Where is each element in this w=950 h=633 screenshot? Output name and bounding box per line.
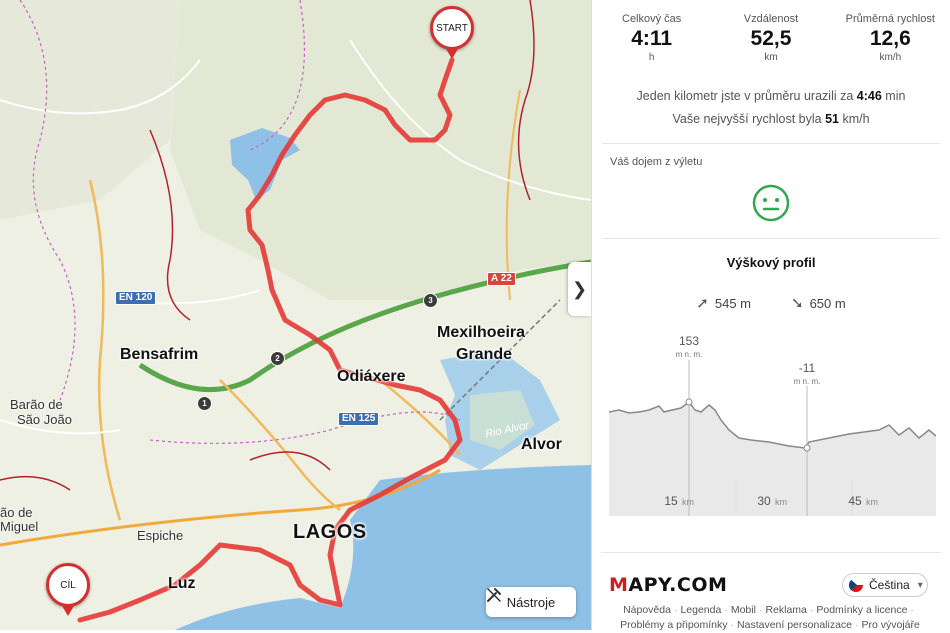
distance-tick: 15 <box>664 494 678 508</box>
max-elevation-value: 153 <box>679 334 699 348</box>
place-label: Miguel <box>0 519 39 534</box>
place-label: ão de <box>0 505 33 520</box>
footer-links: Nápověda · Legenda · Mobil · Reklama · Podmínky … <box>620 604 920 631</box>
ascent: ➚ 545 m <box>696 294 751 312</box>
pace-text: min <box>881 89 906 103</box>
tools-button[interactable]: Nástroje <box>486 587 576 617</box>
chevron-down-icon: ▾ <box>917 579 923 591</box>
max-speed-text: km/h <box>838 112 870 126</box>
place-label: Alvor <box>521 436 562 453</box>
place-label: Luz <box>168 575 196 592</box>
language-label: Čeština <box>869 578 910 592</box>
collapse-panel-button[interactable]: ❯ <box>568 262 591 316</box>
junction-marker: 1 <box>197 396 212 411</box>
place-label-city: LAGOS <box>293 521 367 543</box>
stat-average-speed: Průměrná rychlost 12,6 km/h <box>835 13 945 63</box>
stat-value: 12,6 <box>869 27 911 50</box>
footer-link-personalization[interactable]: Nastavení personalizace <box>737 619 852 631</box>
stat-label: Vzdálenost <box>743 13 799 25</box>
max-speed-line: Vaše nejvyšší rychlost byla 51 km/h <box>592 108 950 131</box>
road-shield: EN 125 <box>338 412 380 426</box>
stat-value: 52,5 <box>750 27 792 50</box>
footer-link-ads[interactable]: Reklama <box>765 604 806 616</box>
impression-label: Váš dojem z výletu <box>610 156 703 168</box>
stat-unit: h <box>648 52 655 63</box>
junction-marker: 3 <box>423 293 438 308</box>
place-label: Espiche <box>137 528 184 543</box>
distance-tick-unit: km <box>775 497 787 507</box>
distance-tick: 30 <box>757 494 771 508</box>
start-marker[interactable]: START <box>430 6 474 50</box>
min-elevation-unit: m n. m. <box>794 377 821 386</box>
distance-tick-unit: km <box>866 497 878 507</box>
road-shield: A 22 <box>487 272 516 286</box>
finish-label: CÍL <box>60 579 76 591</box>
stat-total-time: Celkový čas 4:11 h <box>597 13 707 63</box>
logo-text: APY.COM <box>628 574 728 596</box>
stat-distance: Vzdálenost 52,5 km <box>716 13 826 63</box>
distance-tick-unit: km <box>682 497 694 507</box>
arrow-down-right-icon: ➘ <box>791 295 804 312</box>
elevation-summary: ➚ 545 m ➘ 650 m <box>592 294 950 312</box>
place-label: Bensafrim <box>120 346 199 363</box>
finish-marker[interactable]: CÍL <box>46 563 90 607</box>
distance-tick: 45 <box>848 494 862 508</box>
stat-unit: km/h <box>879 52 902 63</box>
max-elevation-unit: m n. m. <box>676 350 703 359</box>
footer-link-developers[interactable]: Pro vývojáře <box>862 619 920 631</box>
neutral-smiley-icon[interactable] <box>752 184 790 222</box>
divider <box>602 238 940 239</box>
tools-icon <box>487 588 501 602</box>
czech-flag-icon <box>849 578 863 592</box>
logo-m: M <box>609 574 629 596</box>
footer-link-feedback[interactable]: Problémy a připomínky <box>620 619 727 631</box>
max-speed-value: 51 <box>825 112 839 126</box>
descent-value: 650 m <box>809 295 846 311</box>
junction-marker: 2 <box>270 351 285 366</box>
pace-line: Jeden kilometr jste v průměru urazili za… <box>592 85 950 108</box>
stat-unit: km <box>764 52 778 63</box>
footer-link-mobile[interactable]: Mobil <box>731 604 756 616</box>
ascent-value: 545 m <box>714 295 751 311</box>
footer-link-legend[interactable]: Legenda <box>680 604 721 616</box>
chevron-right-icon: ❯ <box>571 278 588 299</box>
divider <box>601 552 941 553</box>
finish-marker-tail <box>61 604 75 616</box>
trip-summary-panel: Celkový čas 4:11 h Vzdálenost 52,5 km Pr… <box>591 0 950 630</box>
tools-label: Nástroje <box>506 594 556 610</box>
start-marker-tail <box>445 47 459 59</box>
start-label: START <box>436 22 468 34</box>
pace-text: Jeden kilometr jste v průměru urazili za <box>636 89 857 103</box>
place-label: Odiáxere <box>337 368 406 385</box>
road-shield: EN 120 <box>115 291 157 305</box>
place-label: São João <box>17 412 72 427</box>
stat-value: 4:11 <box>631 27 673 50</box>
pace-value: 4:46 <box>856 89 882 103</box>
max-speed-text: Vaše nejvyšší rychlost byla <box>672 112 826 126</box>
footer-link-help[interactable]: Nápověda <box>623 604 671 616</box>
mapy-logo[interactable]: MAPY.COM <box>609 574 727 596</box>
pace-summary: Jeden kilometr jste v průměru urazili za… <box>592 85 950 131</box>
place-label: Mexilhoeira <box>437 324 526 341</box>
footer-link-terms[interactable]: Podmínky a licence <box>816 604 907 616</box>
elevation-profile-title: Výškový profil <box>726 255 816 270</box>
stat-label: Průměrná rychlost <box>845 13 935 25</box>
trip-stats: Celkový čas 4:11 h Vzdálenost 52,5 km Pr… <box>592 0 950 63</box>
map-view[interactable]: Mexilhoeira Grande Bensafrim Odiáxere Al… <box>0 0 591 630</box>
arrow-up-right-icon: ➚ <box>696 295 709 312</box>
stat-label: Celkový čas <box>622 13 682 25</box>
descent: ➘ 650 m <box>791 294 846 312</box>
language-select[interactable]: Čeština ▾ <box>842 573 928 597</box>
place-label: Barão de <box>10 397 63 412</box>
min-elevation-value: -11 <box>799 361 816 375</box>
elevation-profile-chart[interactable]: 153 m n. m. -11 m n. m. 15 km 30 km 45 k… <box>609 330 936 516</box>
place-label: Grande <box>456 346 513 363</box>
